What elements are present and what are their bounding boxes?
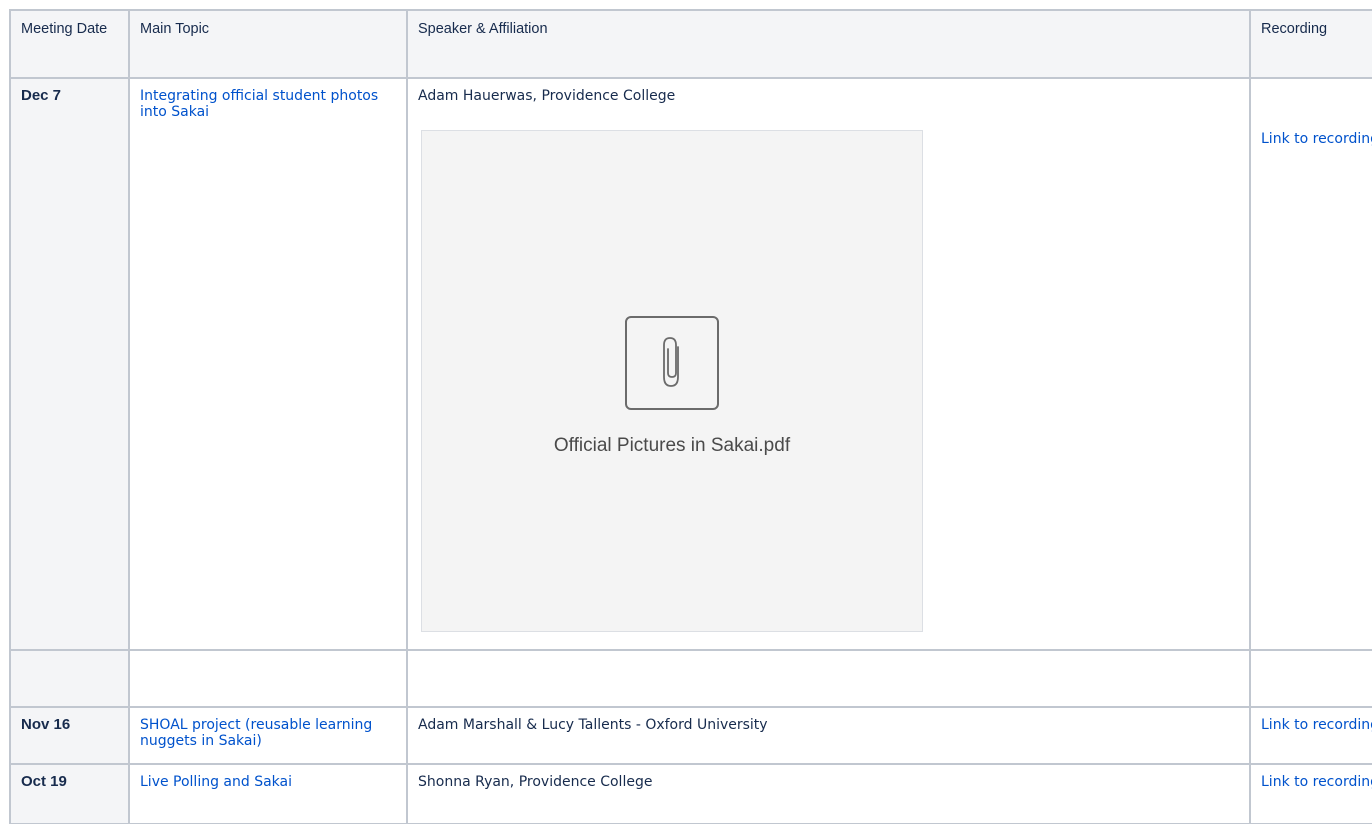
header-main-topic: Main Topic [128,9,408,79]
paperclip-icon [625,316,719,410]
main-topic-cell: SHOAL project (reusable learning nuggets… [128,706,408,765]
topic-link[interactable]: Integrating official student photos into… [140,88,378,120]
header-meeting-date: Meeting Date [9,9,130,79]
table-row: Nov 16 SHOAL project (reusable learning … [9,706,1372,765]
recording-cell [1249,649,1372,708]
speaker-cell [406,649,1251,708]
meeting-date: Dec 7 [9,77,130,651]
recording-link[interactable]: Link to recording [1261,717,1372,733]
speaker-cell: Adam Marshall & Lucy Tallents - Oxford U… [406,706,1251,765]
recording-link[interactable]: Link to recording [1261,131,1372,147]
meeting-date: Nov 16 [9,706,130,765]
main-topic-cell: Integrating official student photos into… [128,77,408,651]
speaker-cell: Shonna Ryan, Providence College [406,763,1251,824]
attachment-preview[interactable]: Official Pictures in Sakai.pdf [421,130,923,632]
meeting-date [9,649,130,708]
meetings-table: Meeting Date Main Topic Speaker & Affili… [9,9,1372,824]
table-header-row: Meeting Date Main Topic Speaker & Affili… [9,9,1372,79]
table-row: Oct 19 Live Polling and Sakai Shonna Rya… [9,763,1372,824]
header-speaker-affiliation: Speaker & Affiliation [406,9,1251,79]
recording-cell: Link to recording [1249,706,1372,765]
speaker-text: Adam Hauerwas, Providence College [418,88,676,104]
speaker-cell: Adam Hauerwas, Providence College Offici… [406,77,1251,651]
recording-cell: Link to recording [1249,763,1372,824]
table-row: Dec 7 Integrating official student photo… [9,77,1372,651]
recording-link[interactable]: Link to recording [1261,774,1372,790]
header-recording: Recording [1249,9,1372,79]
recording-cell: Link to recording [1249,77,1372,651]
topic-link[interactable]: SHOAL project (reusable learning nuggets… [140,717,372,749]
topic-link[interactable]: Live Polling and Sakai [140,774,292,790]
attachment-filename: Official Pictures in Sakai.pdf [553,435,791,456]
meeting-date: Oct 19 [9,763,130,824]
main-topic-cell [128,649,408,708]
main-topic-cell: Live Polling and Sakai [128,763,408,824]
page: Meeting Date Main Topic Speaker & Affili… [0,0,1372,824]
table-row [9,649,1372,708]
